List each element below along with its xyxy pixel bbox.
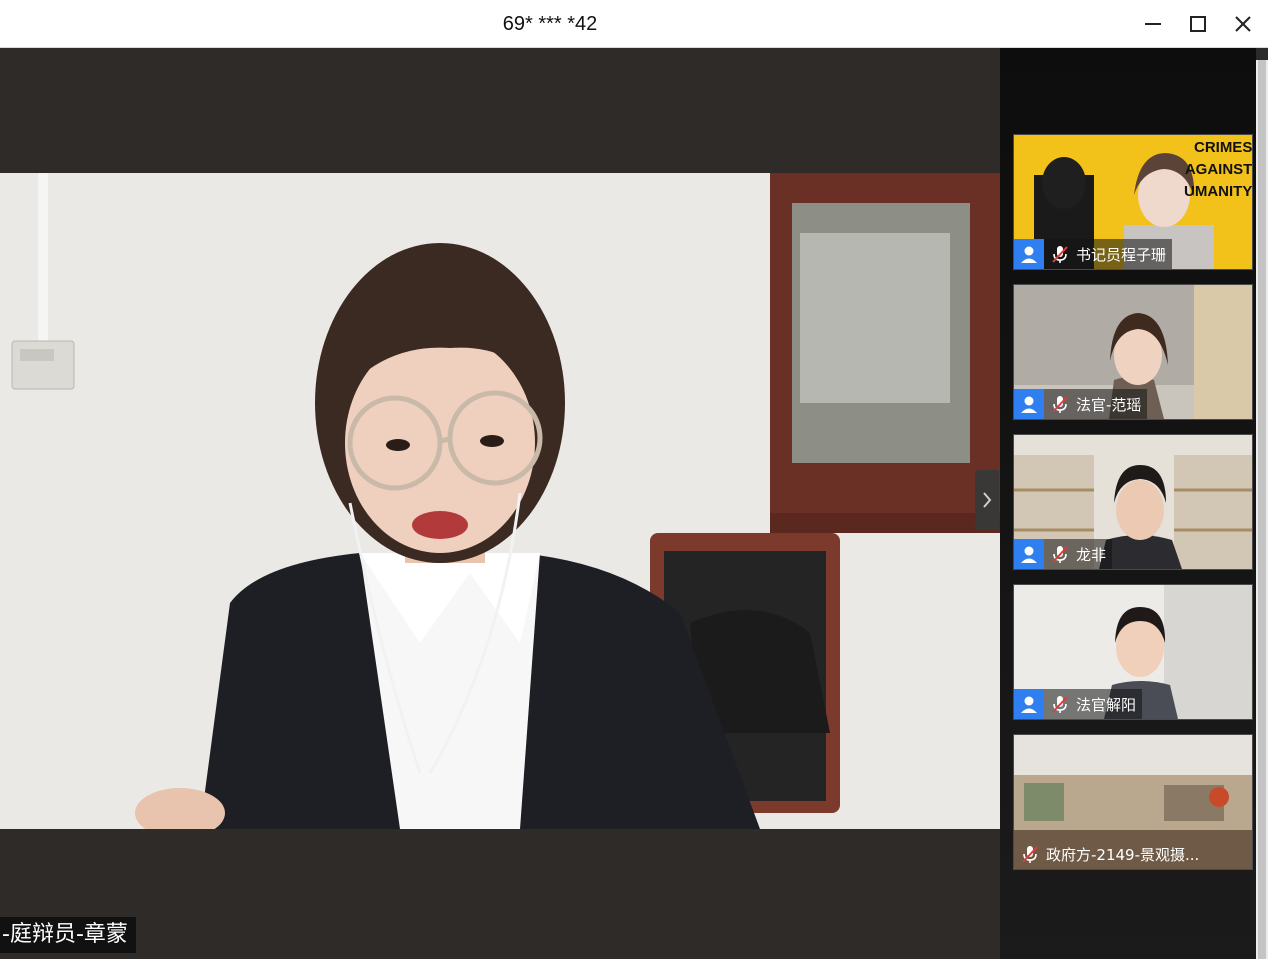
speaker-video-image bbox=[0, 173, 1000, 829]
overlay-text-line: AGAINST bbox=[1184, 161, 1253, 178]
mic-muted-icon[interactable] bbox=[1048, 542, 1072, 566]
sidebar-scrollbar[interactable] bbox=[1256, 60, 1268, 959]
mic-muted-icon[interactable] bbox=[1048, 242, 1072, 266]
close-icon bbox=[1235, 16, 1251, 32]
window-title: 69* *** *42 bbox=[502, 13, 598, 35]
scrollbar-thumb[interactable] bbox=[1258, 60, 1266, 959]
mic-muted-icon[interactable] bbox=[1048, 692, 1072, 716]
title-bar: 69* *** *42 bbox=[0, 0, 1268, 48]
main-video-panel: -庭辩员-章蒙 bbox=[0, 48, 1000, 959]
participant-label: 龙非 bbox=[1014, 539, 1113, 569]
main-video-feed[interactable] bbox=[0, 173, 1000, 829]
mic-muted-icon[interactable] bbox=[1018, 842, 1042, 866]
mic-muted-icon[interactable] bbox=[1048, 392, 1072, 416]
avatar bbox=[1014, 689, 1044, 719]
participant-tile[interactable]: 政府方-2149-景观摄... bbox=[1013, 734, 1253, 870]
maximize-icon bbox=[1190, 16, 1206, 32]
participant-label: 法官解阳 bbox=[1014, 689, 1143, 719]
avatar bbox=[1014, 389, 1044, 419]
user-icon bbox=[1021, 396, 1037, 413]
participant-tile[interactable]: CRIMES AGAINST UMANITY 书记员程子珊 bbox=[1013, 134, 1253, 270]
participant-label: 法官-范瑶 bbox=[1014, 389, 1148, 419]
participant-tile[interactable]: 龙非 bbox=[1013, 434, 1253, 570]
minimize-button[interactable] bbox=[1135, 6, 1171, 42]
user-icon bbox=[1021, 696, 1037, 713]
close-button[interactable] bbox=[1225, 6, 1261, 42]
avatar bbox=[1014, 239, 1044, 269]
participant-tile[interactable]: 法官解阳 bbox=[1013, 584, 1253, 720]
user-icon bbox=[1021, 246, 1037, 263]
maximize-button[interactable] bbox=[1180, 6, 1216, 42]
main-participant-name: -庭辩员-章蒙 bbox=[0, 917, 136, 953]
user-icon bbox=[1021, 546, 1037, 563]
participant-name: 政府方-2149-景观摄... bbox=[1046, 845, 1200, 864]
participant-name: 书记员程子珊 bbox=[1076, 245, 1167, 264]
participant-tile[interactable]: 法官-范瑶 bbox=[1013, 284, 1253, 420]
overlay-text-line: UMANITY bbox=[1184, 183, 1253, 200]
toggle-sidebar-button[interactable] bbox=[975, 470, 999, 530]
participant-name: 法官-范瑶 bbox=[1076, 395, 1142, 414]
overlay-text-line: CRIMES bbox=[1193, 139, 1253, 156]
avatar bbox=[1014, 539, 1044, 569]
participant-name: 龙非 bbox=[1076, 545, 1107, 564]
participant-name: 法官解阳 bbox=[1076, 695, 1137, 714]
chevron-right-icon bbox=[983, 492, 992, 508]
participant-label: 书记员程子珊 bbox=[1014, 239, 1173, 269]
minimize-icon bbox=[1145, 23, 1161, 25]
participant-label: 政府方-2149-景观摄... bbox=[1014, 839, 1205, 869]
